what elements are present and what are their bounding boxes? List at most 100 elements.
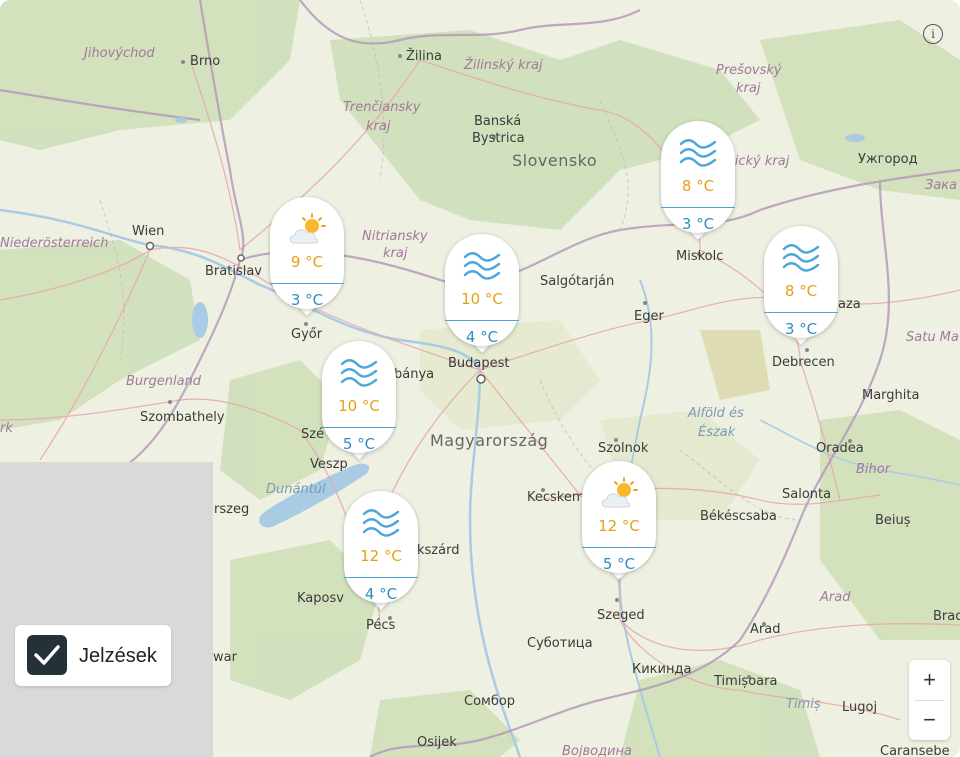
map-label-caransebes: Caransebe bbox=[880, 744, 950, 757]
map-label-subotica: Суботица bbox=[527, 636, 593, 651]
high-temperature: 10 °C bbox=[338, 397, 380, 415]
low-temperature: 3 °C bbox=[290, 291, 324, 309]
map-label-rk: rk bbox=[0, 421, 13, 436]
high-temperature: 8 °C bbox=[681, 177, 715, 195]
low-temperature: 5 °C bbox=[342, 435, 376, 453]
map-label-arad_region: Arad bbox=[820, 590, 851, 605]
map-label-beius: Beiuș bbox=[875, 513, 911, 528]
map-label-oradea: Oradea bbox=[816, 441, 864, 456]
mist-icon bbox=[340, 357, 378, 389]
sun-cloud-icon bbox=[288, 213, 326, 245]
map-label-eger: Eger bbox=[634, 309, 664, 324]
map-label-zilina: Žilina bbox=[406, 49, 442, 64]
sun-cloud-icon bbox=[600, 477, 638, 509]
map-label-uzhorod: Ужгород bbox=[858, 152, 918, 167]
low-temperature: 5 °C bbox=[602, 555, 636, 573]
map-label-trenciansky1: Trenčiansky bbox=[343, 100, 421, 115]
low-temperature: 3 °C bbox=[681, 215, 715, 233]
signals-toggle-label: Jelzések bbox=[79, 645, 157, 667]
map-label-banska2: Bystrica bbox=[472, 131, 525, 146]
high-temperature: 12 °C bbox=[598, 517, 640, 535]
map-label-kaposvar: Kaposv bbox=[297, 591, 344, 606]
mist-icon bbox=[362, 507, 400, 539]
map-label-banska1: Banská bbox=[474, 114, 522, 129]
map-label-kikinda: Кикинда bbox=[632, 662, 692, 677]
map-label-pecs: Pécs bbox=[366, 618, 396, 633]
temperature-divider bbox=[344, 577, 418, 578]
map-label-satumare: Satu Ma bbox=[906, 330, 959, 345]
map-label-marghita: Marghita bbox=[862, 388, 920, 403]
map-label-szolnok: Szolnok bbox=[598, 441, 649, 456]
map-label-salonta: Salonta bbox=[782, 487, 832, 502]
checkmark-icon bbox=[34, 645, 60, 665]
low-temperature: 4 °C bbox=[465, 328, 499, 346]
map-label-presovsky1: Prešovský bbox=[716, 63, 782, 78]
temperature-divider bbox=[764, 312, 838, 313]
map-label-niederosterreich: Niederösterreich bbox=[0, 236, 109, 251]
map-label-gyor: Győr bbox=[291, 327, 323, 342]
low-temperature: 3 °C bbox=[784, 320, 818, 338]
map-label-bihor: Bihor bbox=[856, 462, 891, 477]
high-temperature: 12 °C bbox=[360, 547, 402, 565]
map-label-jihovychod: Jihovýchod bbox=[84, 46, 155, 61]
map-label-burgenland: Burgenland bbox=[126, 374, 202, 389]
map-label-brno: Brno bbox=[190, 54, 221, 69]
high-temperature: 9 °C bbox=[290, 253, 324, 271]
map-label-bekescsaba: Békéscsaba bbox=[700, 509, 777, 524]
temperature-divider bbox=[322, 427, 396, 428]
map-label-zaka: Зака bbox=[925, 178, 958, 193]
map-label-salgotarjan: Salgótarján bbox=[540, 274, 615, 289]
zoom-out-button[interactable]: − bbox=[909, 700, 950, 740]
map-label-osijek: Osijek bbox=[417, 735, 457, 750]
weather-marker-szeged[interactable]: 12 °C 5 °C bbox=[582, 461, 656, 581]
weather-marker-miskolc[interactable]: 8 °C 3 °C bbox=[661, 121, 735, 241]
zoom-in-button[interactable]: + bbox=[909, 660, 950, 700]
map-label-brad: Brad bbox=[933, 609, 960, 624]
map-label-presovsky2: kraj bbox=[736, 81, 761, 96]
map-label-vojvodina: Војводина bbox=[562, 744, 633, 757]
high-temperature: 8 °C bbox=[784, 282, 818, 300]
map-label-alfold1: Alföld és bbox=[688, 406, 744, 421]
map-label-miskolc: Miskolc bbox=[676, 249, 724, 264]
temperature-divider bbox=[270, 283, 344, 284]
map-label-debrecen: Debrecen bbox=[772, 355, 835, 370]
mist-icon bbox=[463, 250, 501, 282]
temperature-divider bbox=[661, 207, 735, 208]
low-temperature: 4 °C bbox=[364, 585, 398, 603]
map-label-wien: Wien bbox=[132, 224, 165, 239]
weather-marker-veszprem[interactable]: 10 °C 5 °C bbox=[322, 341, 396, 461]
map-label-szombathely: Szombathely bbox=[140, 410, 225, 425]
map-label-zilinsky: Žilinský kraj bbox=[464, 58, 543, 73]
map-label-slovensko: Slovensko bbox=[512, 151, 598, 170]
map-label-szeged: Szeged bbox=[597, 608, 645, 623]
map-label-magyarorszag: Magyarország bbox=[430, 431, 549, 450]
signals-toggle[interactable]: Jelzések bbox=[15, 625, 171, 686]
map-label-kosicky: šický kraj bbox=[728, 154, 790, 169]
map-label-tatabanya: bánya bbox=[394, 367, 435, 382]
map-label-timisoara: Timișoara bbox=[714, 674, 778, 689]
map-label-timis: Timiș bbox=[786, 697, 821, 712]
map-label-nitriansky1: Nitriansky bbox=[362, 229, 428, 244]
map-label-nagykanizsa: war bbox=[213, 650, 237, 665]
weather-marker-pecs[interactable]: 12 °C 4 °C bbox=[344, 491, 418, 611]
mist-icon bbox=[782, 242, 820, 274]
mist-icon bbox=[679, 137, 717, 169]
map-label-zalaegerszeg: rszeg bbox=[214, 502, 250, 517]
map-label-alfold2: Észak bbox=[698, 425, 736, 440]
weather-marker-gyor[interactable]: 9 °C 3 °C bbox=[270, 197, 344, 317]
map-label-arad: Arad bbox=[750, 622, 781, 637]
high-temperature: 10 °C bbox=[461, 290, 503, 308]
checkbox-checked[interactable] bbox=[27, 635, 67, 675]
map-label-kecskemet: Kecskem bbox=[527, 490, 585, 505]
info-icon[interactable]: i bbox=[923, 24, 943, 44]
map-label-budapest: Budapest bbox=[448, 356, 510, 371]
map-label-nitriansky2: kraj bbox=[383, 246, 408, 261]
map-label-nyiregyhaza: aza bbox=[838, 297, 861, 312]
zoom-control: + − bbox=[909, 660, 950, 740]
weather-marker-debrecen[interactable]: 8 °C 3 °C bbox=[764, 226, 838, 346]
map-label-bratislava: Bratislav bbox=[205, 264, 262, 279]
temperature-divider bbox=[582, 547, 656, 548]
weather-marker-budapest[interactable]: 10 °C 4 °C bbox=[445, 234, 519, 354]
map-label-dunantul: Dunántúl bbox=[266, 482, 326, 497]
map-label-lugoj: Lugoj bbox=[842, 700, 878, 715]
